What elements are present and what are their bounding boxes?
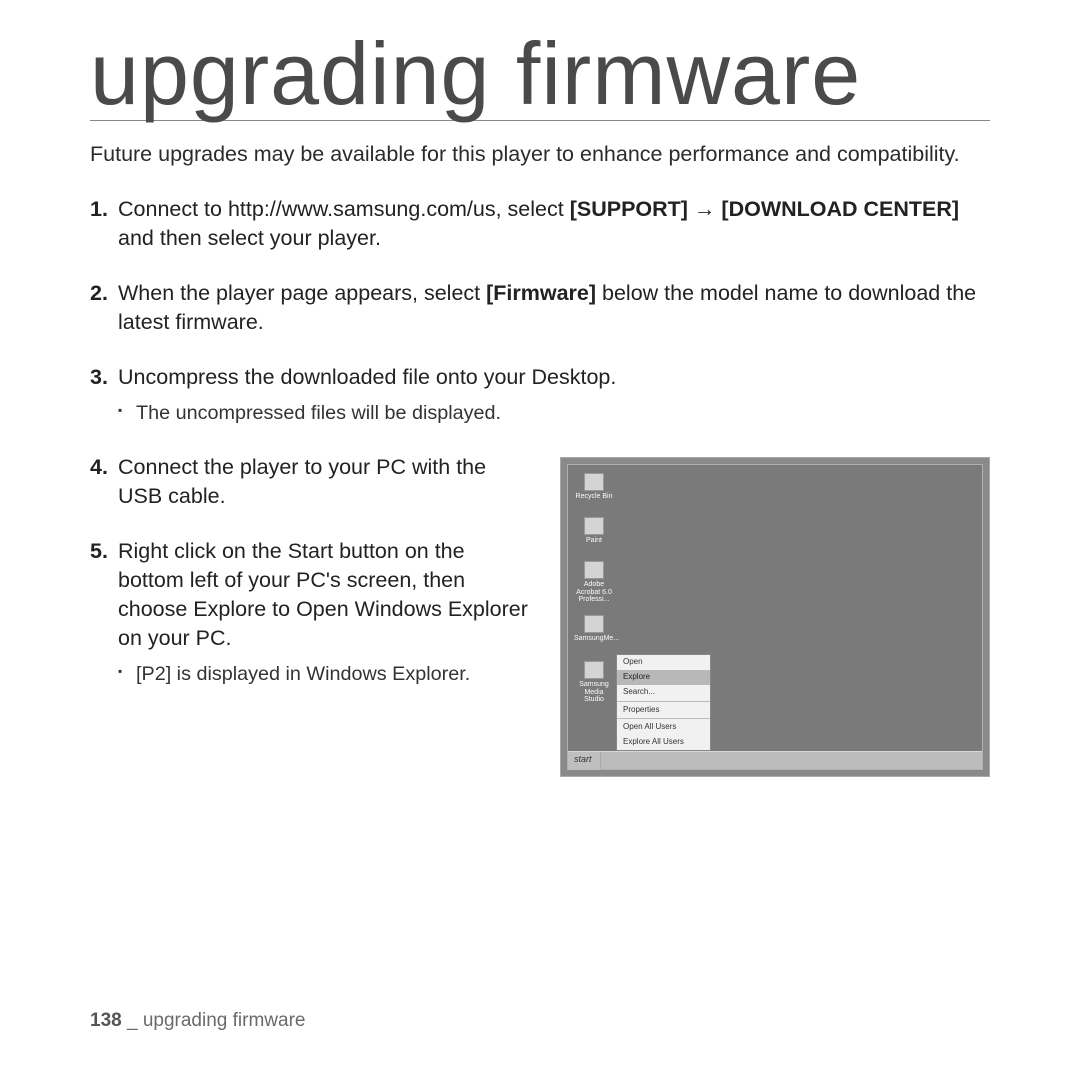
step-1-bold-download: [DOWNLOAD CENTER] — [721, 197, 959, 221]
step-3: Uncompress the downloaded file onto your… — [90, 363, 990, 427]
desktop-icon: Recycle Bin — [574, 473, 614, 501]
menu-search: Search... — [617, 685, 710, 700]
start-button: start — [568, 752, 601, 770]
taskbar: start — [568, 751, 982, 769]
step-3-text: Uncompress the downloaded file onto your… — [118, 365, 616, 389]
steps-list: Connect to http://www.samsung.com/us, se… — [90, 195, 990, 777]
arrow-icon: → — [688, 197, 721, 221]
page-footer: 138 _ upgrading firmware — [90, 1010, 305, 1032]
step-2-pre: When the player page appears, select — [118, 281, 486, 305]
footer-sep: _ — [122, 1010, 143, 1031]
page-number: 138 — [90, 1010, 122, 1031]
desktop-icon: Adobe Acrobat 6.0 Professi... — [574, 561, 614, 604]
step-2: When the player page appears, select [Fi… — [90, 279, 990, 337]
step-5-text: Right click on the Start button on the b… — [118, 539, 528, 650]
step-5-bullet: [P2] is displayed in Windows Explorer. — [118, 661, 536, 688]
menu-explore: Explore — [617, 670, 710, 685]
step-3-bullet: The uncompressed files will be displayed… — [118, 400, 990, 427]
step-2-bold-firmware: [Firmware] — [486, 281, 596, 305]
menu-open: Open — [617, 655, 710, 670]
step-4-text: Connect the player to your PC with the U… — [118, 455, 486, 508]
menu-properties: Properties — [617, 703, 710, 718]
desktop-icon: Paint — [574, 517, 614, 545]
menu-open-all: Open All Users — [617, 720, 710, 735]
desktop-icon: Samsung Media Studio — [574, 661, 614, 704]
step-4-5-row: 4. Connect the player to your PC with th… — [90, 453, 990, 777]
desktop-screenshot: Recycle Bin Paint Adobe Acrobat 6.0 Prof… — [560, 457, 990, 777]
step-1-bold-support: [SUPPORT] — [570, 197, 688, 221]
page-title: upgrading firmware — [90, 30, 990, 121]
intro-text: Future upgrades may be available for thi… — [90, 139, 990, 169]
menu-explore-all: Explore All Users — [617, 735, 710, 750]
step-1-post: and then select your player. — [118, 226, 381, 250]
step-1: Connect to http://www.samsung.com/us, se… — [90, 195, 990, 253]
step-1-pre: Connect to http://www.samsung.com/us, se… — [118, 197, 570, 221]
footer-label: upgrading firmware — [143, 1010, 306, 1031]
start-context-menu: Open Explore Search... Properties Open A… — [616, 654, 711, 751]
desktop-icon: SamsungMe... — [574, 615, 614, 643]
